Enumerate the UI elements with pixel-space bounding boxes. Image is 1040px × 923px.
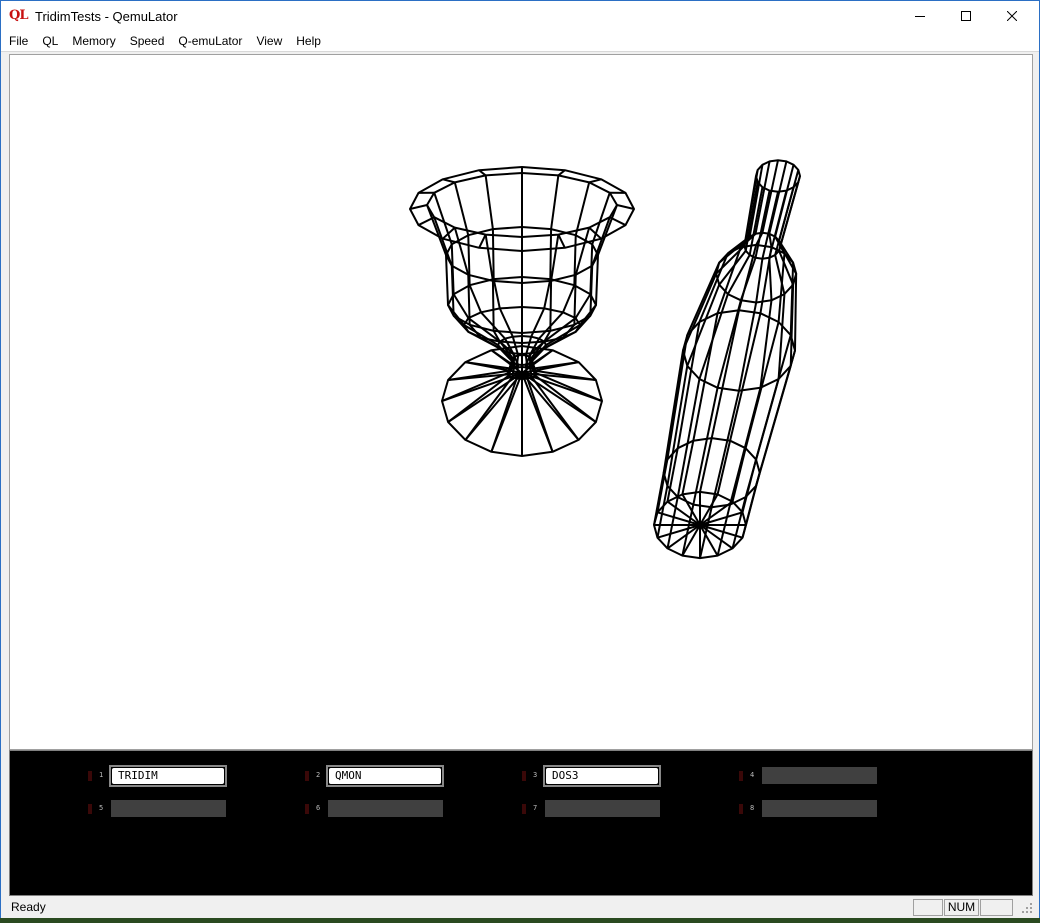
- slot-box-empty[interactable]: [328, 800, 443, 817]
- slot-box[interactable]: TRIDIM: [109, 765, 227, 787]
- slot-number: 2: [316, 771, 321, 779]
- menu-memory[interactable]: Memory: [65, 31, 122, 52]
- menu-q-emulator[interactable]: Q-emuLator: [171, 31, 249, 52]
- status-pane-num: NUM: [944, 899, 979, 916]
- menu-view[interactable]: View: [249, 31, 289, 52]
- slot-led: [522, 804, 526, 814]
- slot-number: 6: [316, 804, 321, 812]
- ql-task-bar: 1 TRIDIM 2 QMON 3 DOS3 4 5 6 7 8: [9, 750, 1033, 896]
- wireframe-lines: [409, 159, 801, 560]
- ql-app-icon[interactable]: QL: [9, 8, 28, 24]
- resize-grip-icon[interactable]: [1021, 902, 1033, 914]
- menu-bar: File QL Memory Speed Q-emuLator View Hel…: [1, 31, 1039, 52]
- slot-box-empty[interactable]: [762, 767, 877, 784]
- slot-label: QMON: [329, 768, 441, 784]
- slot-box-empty[interactable]: [111, 800, 226, 817]
- slot-number: 7: [533, 804, 538, 812]
- slot-box[interactable]: QMON: [326, 765, 444, 787]
- status-text: Ready: [11, 900, 46, 914]
- ql-screen-canvas[interactable]: [9, 54, 1033, 750]
- slot-label: DOS3: [546, 768, 658, 784]
- slot-box-empty[interactable]: [545, 800, 660, 817]
- status-pane-1: [913, 899, 943, 916]
- menu-ql[interactable]: QL: [35, 31, 65, 52]
- minimize-icon: [915, 16, 925, 17]
- maximize-icon: [961, 11, 971, 21]
- slot-led: [739, 804, 743, 814]
- menu-help[interactable]: Help: [289, 31, 328, 52]
- menu-speed[interactable]: Speed: [123, 31, 172, 52]
- slot-label: TRIDIM: [112, 768, 224, 784]
- slot-led: [88, 804, 92, 814]
- slot-number: 5: [99, 804, 104, 812]
- slot-number: 8: [750, 804, 755, 812]
- status-pane-3: [980, 899, 1013, 916]
- emulator-window: QL TridimTests - QemuLator File QL Memor…: [0, 0, 1040, 918]
- slot-number: 1: [99, 771, 104, 779]
- close-button[interactable]: [989, 1, 1035, 31]
- close-icon: [1007, 11, 1017, 21]
- menu-file[interactable]: File: [1, 31, 35, 52]
- slot-led: [739, 771, 743, 781]
- status-bar: Ready NUM: [1, 896, 1039, 918]
- slot-led: [305, 771, 309, 781]
- slot-box[interactable]: DOS3: [543, 765, 661, 787]
- slot-led: [88, 771, 92, 781]
- slot-number: 4: [750, 771, 755, 779]
- window-title: TridimTests - QemuLator: [35, 8, 178, 24]
- minimize-button[interactable]: [897, 1, 943, 31]
- title-bar[interactable]: QL TridimTests - QemuLator: [1, 1, 1039, 31]
- maximize-button[interactable]: [943, 1, 989, 31]
- wireframe-render: [409, 159, 801, 560]
- slot-led: [522, 771, 526, 781]
- slot-number: 3: [533, 771, 538, 779]
- slot-led: [305, 804, 309, 814]
- slot-box-empty[interactable]: [762, 800, 877, 817]
